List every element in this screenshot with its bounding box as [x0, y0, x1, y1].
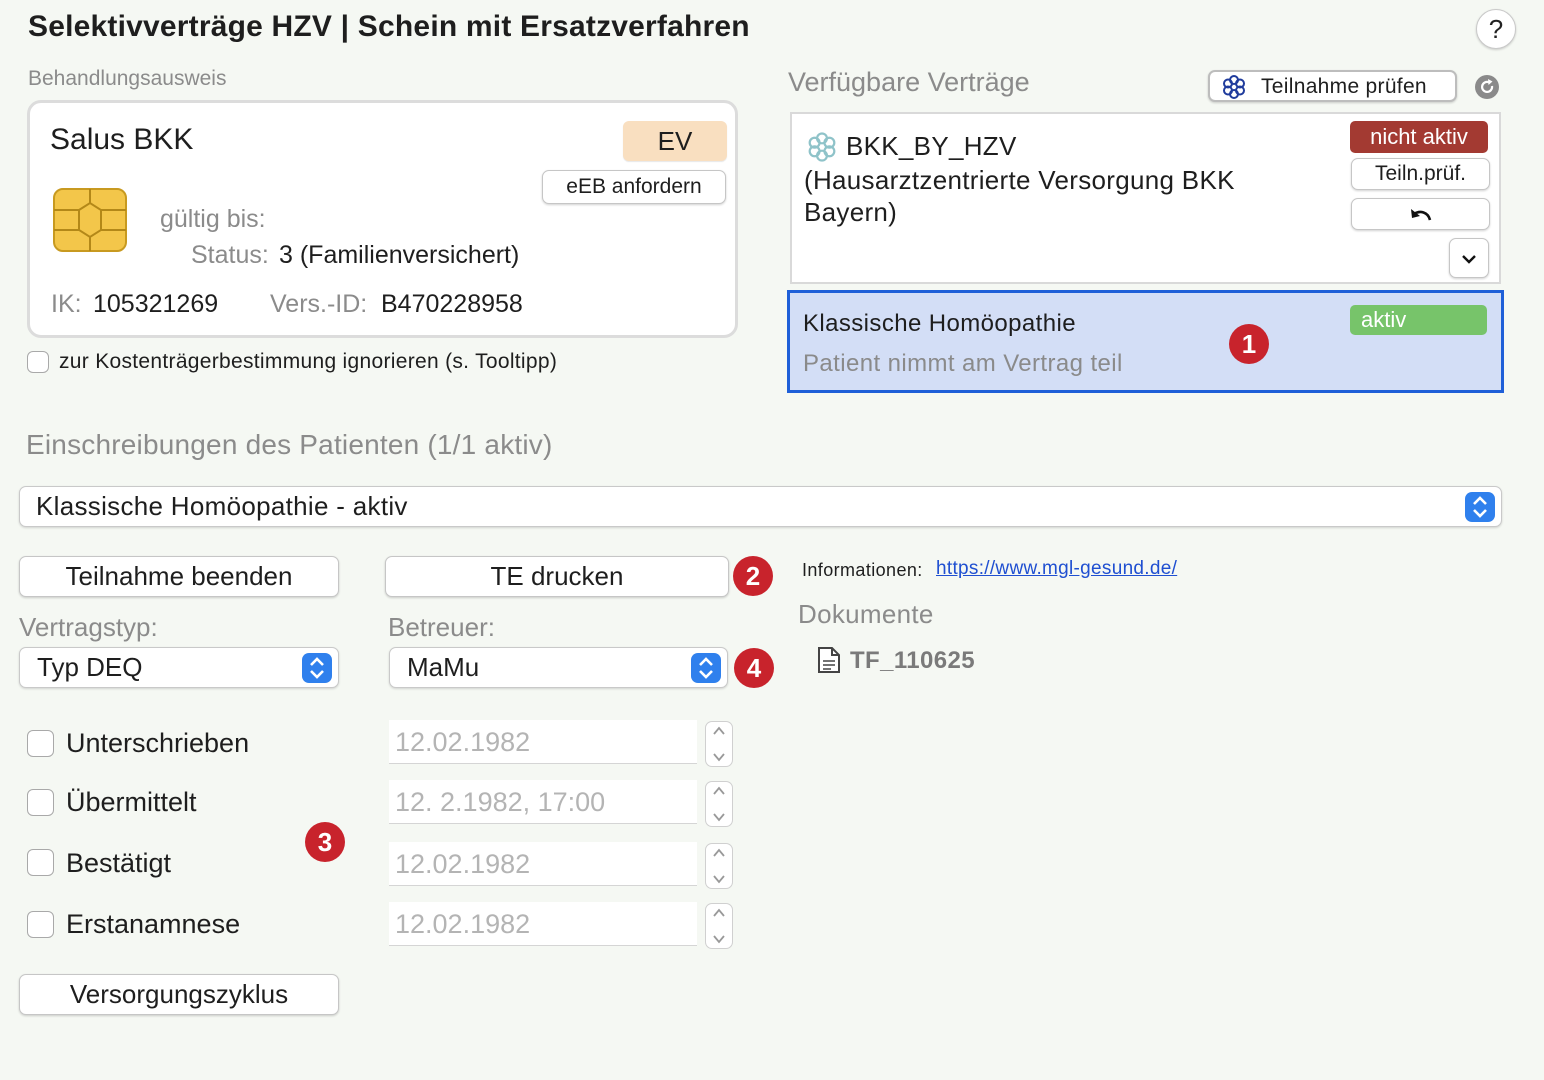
documents-label: Dokumente: [798, 599, 934, 629]
enrollment-select[interactable]: Klassische Homöopathie - aktiv: [19, 486, 1502, 527]
status-badge-active: aktiv: [1350, 305, 1487, 335]
contract-item-klassische-homoeopathie[interactable]: Klassische Homöopathie Patient nimmt am …: [787, 290, 1504, 393]
updown-chevron-icon: [691, 652, 721, 683]
eeb-request-button[interactable]: eEB anfordern: [542, 170, 726, 204]
page-title: Selektivverträge HZV | Schein mit Ersatz…: [28, 10, 750, 43]
supervisor-label: Betreuer:: [388, 612, 495, 642]
marker-2: 2: [733, 556, 773, 596]
contract-subtitle: Patient nimmt am Vertrag teil: [803, 350, 1123, 377]
ignore-checkbox-label: zur Kostenträgerbestimmung ignorieren (s…: [59, 350, 558, 373]
updown-chevron-icon: [302, 652, 332, 683]
ik-value: 105321269: [93, 290, 219, 318]
ev-badge: EV: [623, 121, 727, 161]
check-participation-label: Teilnahme prüfen: [1261, 75, 1427, 98]
contracts-section-label: Verfügbare Verträge: [788, 67, 1030, 97]
info-label: Informationen:: [802, 560, 923, 580]
transmitted-checkbox[interactable]: [27, 789, 54, 816]
status-label: Status:: [191, 241, 269, 269]
card-section-label: Behandlungsausweis: [28, 67, 227, 90]
end-participation-button[interactable]: Teilnahme beenden: [19, 556, 339, 597]
contract-description-cont: Bayern): [804, 197, 898, 227]
first-anamnesis-label: Erstanamnese: [66, 909, 241, 939]
marker-1: 1: [1229, 324, 1269, 364]
contract-description: (Hausarztzentrierte Versorgung BKK: [804, 165, 1235, 195]
status-badge-inactive: nicht aktiv: [1350, 121, 1488, 153]
document-icon: [817, 646, 841, 679]
ik-label: IK:: [51, 290, 82, 318]
signed-label: Unterschrieben: [66, 728, 250, 758]
contract-type-value: Typ DEQ: [37, 652, 143, 682]
refresh-icon[interactable]: [1474, 74, 1500, 105]
undo-icon: [1408, 204, 1434, 229]
marker-4: 4: [734, 648, 774, 688]
first-anamnesis-checkbox[interactable]: [27, 911, 54, 938]
supervisor-value: MaMu: [407, 652, 480, 682]
contract-item-bkk-by-hzv[interactable]: BKK_BY_HZV (Hausarztzentrierte Versorgun…: [790, 112, 1501, 284]
signed-checkbox[interactable]: [27, 730, 54, 757]
first-anamnesis-date-field[interactable]: 12.02.1982: [389, 902, 697, 946]
contract-name: Klassische Homöopathie: [803, 310, 1076, 337]
transmitted-date-field[interactable]: 12. 2.1982, 17:00: [389, 780, 697, 824]
signed-date-field[interactable]: 12.02.1982: [389, 720, 697, 764]
expand-button[interactable]: [1449, 238, 1489, 278]
confirmed-date-field[interactable]: 12.02.1982: [389, 842, 697, 886]
info-link[interactable]: https://www.mgl-gesund.de/: [936, 558, 1177, 580]
first-anamnesis-date-stepper[interactable]: [705, 903, 733, 949]
enrollments-section-label: Einschreibungen des Patienten (1/1 aktiv…: [26, 429, 553, 460]
enrollment-select-value: Klassische Homöopathie - aktiv: [36, 491, 408, 521]
updown-chevron-icon: [1465, 491, 1495, 522]
care-cycle-button[interactable]: Versorgungszyklus: [19, 974, 339, 1015]
insurance-card: Salus BKK EV eEB anfordern gültig bis: S…: [27, 100, 738, 338]
snowflake-icon: [1221, 74, 1247, 105]
chevron-down-icon: [1461, 252, 1477, 270]
contract-name: BKK_BY_HZV: [846, 131, 1017, 161]
marker-3: 3: [305, 822, 345, 862]
confirmed-date-stepper[interactable]: [705, 843, 733, 889]
vers-id-value: B470228958: [381, 290, 523, 318]
document-item[interactable]: TF_110625: [817, 644, 1017, 676]
confirmed-checkbox[interactable]: [27, 849, 54, 876]
signed-date-stepper[interactable]: [705, 721, 733, 767]
transmitted-date-stepper[interactable]: [705, 781, 733, 827]
participation-check-button[interactable]: Teiln.prüf.: [1351, 158, 1490, 190]
supervisor-select[interactable]: MaMu: [389, 647, 728, 688]
transmitted-label: Übermittelt: [66, 787, 197, 817]
vers-id-label: Vers.-ID:: [270, 290, 368, 318]
snowflake-icon: [806, 131, 838, 168]
help-button[interactable]: ?: [1476, 9, 1516, 49]
document-name: TF_110625: [850, 647, 976, 674]
status-value: 3 (Familienversichert): [279, 241, 520, 269]
insurer-name: Salus BKK: [50, 123, 194, 156]
undo-button[interactable]: [1351, 198, 1490, 230]
valid-until-label: gültig bis:: [160, 205, 266, 233]
confirmed-label: Bestätigt: [66, 848, 172, 878]
contract-type-select[interactable]: Typ DEQ: [19, 647, 339, 688]
check-participation-button[interactable]: Teilnahme prüfen: [1208, 70, 1457, 102]
chip-icon: [53, 188, 127, 257]
print-te-button[interactable]: TE drucken: [385, 556, 729, 597]
ignore-checkbox[interactable]: [27, 351, 49, 373]
contract-type-label: Vertragstyp:: [19, 612, 158, 642]
